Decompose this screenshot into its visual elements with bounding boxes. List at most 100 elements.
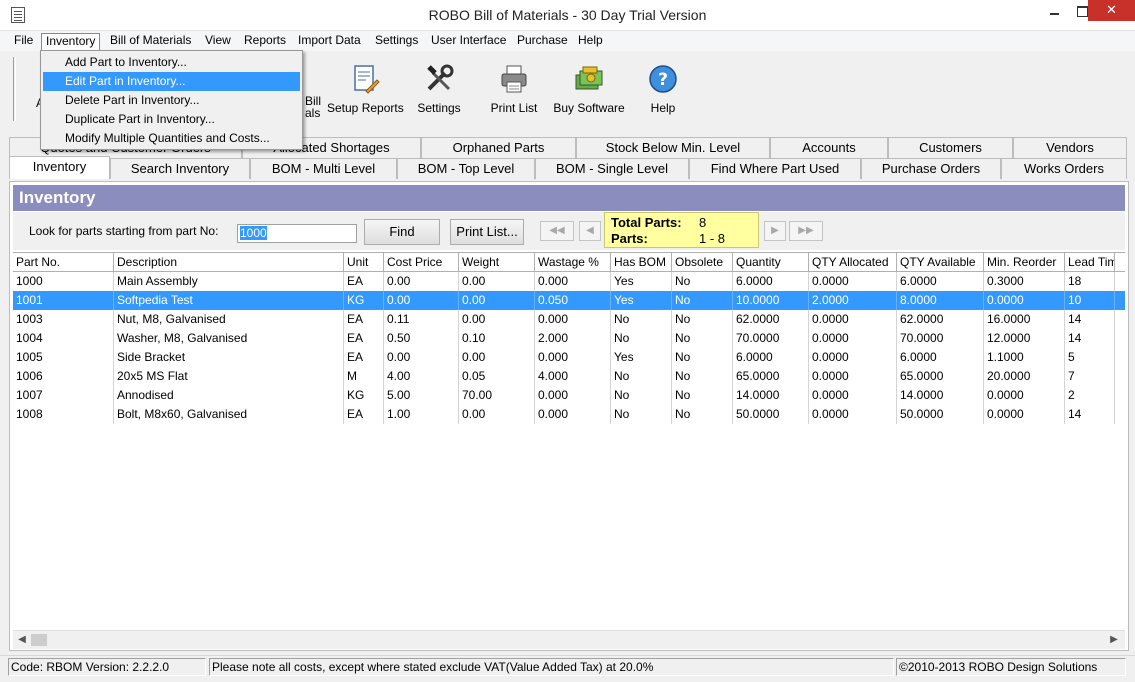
tab-bom-single-level[interactable]: BOM - Single Level bbox=[535, 158, 689, 179]
table-cell: Nut, M8, Galvanised bbox=[114, 310, 344, 329]
table-row[interactable]: 1004 Washer, M8, Galvanised EA 0.50 0.10 2.00… bbox=[13, 329, 1125, 348]
table-cell: 0.00 bbox=[459, 291, 535, 310]
print-list-panel-button[interactable]: Print List... bbox=[450, 219, 524, 245]
tab-inventory[interactable]: Inventory bbox=[9, 156, 110, 179]
menu-duplicate-part[interactable]: Duplicate Part in Inventory... bbox=[43, 110, 300, 129]
tab-find-where-part-used[interactable]: Find Where Part Used bbox=[689, 158, 861, 179]
menu-import-data[interactable]: Import Data bbox=[294, 33, 365, 50]
tab-bom-multi-level[interactable]: BOM - Multi Level bbox=[250, 158, 397, 179]
toolbar-partial-bill-label: Bill als bbox=[305, 94, 322, 120]
menu-inventory[interactable]: Inventory bbox=[41, 33, 101, 50]
tab-purchase-orders[interactable]: Purchase Orders bbox=[861, 158, 1001, 179]
table-cell: Yes bbox=[611, 291, 672, 310]
table-cell: 5 bbox=[1065, 348, 1115, 367]
close-button[interactable]: ✕ bbox=[1088, 0, 1135, 21]
tab-customers[interactable]: Customers bbox=[888, 137, 1013, 158]
table-cell: 14 bbox=[1065, 310, 1115, 329]
first-page-button[interactable]: ◀◀ bbox=[540, 221, 574, 241]
table-cell: EA bbox=[344, 310, 384, 329]
menu-settings[interactable]: Settings bbox=[371, 33, 422, 50]
column-header[interactable]: Weight bbox=[459, 253, 535, 272]
table-cell: 0.000 bbox=[535, 348, 611, 367]
table-cell: No bbox=[672, 367, 733, 386]
table-row[interactable]: 1005 Side Bracket EA 0.00 0.00 0.000 Yes No 6.00… bbox=[13, 348, 1125, 367]
status-version: Code: RBOM Version: 2.2.2.0 bbox=[8, 658, 206, 676]
tab-works-orders[interactable]: Works Orders bbox=[1001, 158, 1127, 179]
help-button[interactable]: ? Help bbox=[641, 63, 685, 115]
table-row[interactable]: 1001 Softpedia Test KG 0.00 0.00 0.050 Yes No 10… bbox=[13, 291, 1125, 310]
table-row[interactable]: 1003 Nut, M8, Galvanised EA 0.11 0.00 0.000 No… bbox=[13, 310, 1125, 329]
table-cell: M bbox=[344, 367, 384, 386]
menu-bill-of-materials[interactable]: Bill of Materials bbox=[106, 33, 195, 50]
horizontal-scrollbar[interactable]: ◀ ▶ bbox=[13, 630, 1125, 649]
print-list-button[interactable]: Print List bbox=[487, 63, 541, 115]
tab-search-inventory[interactable]: Search Inventory bbox=[110, 158, 250, 179]
tab-orphaned-parts[interactable]: Orphaned Parts bbox=[421, 137, 576, 158]
menu-purchase[interactable]: Purchase bbox=[513, 33, 572, 50]
menu-modify-multiple-quantities[interactable]: Modify Multiple Quantities and Costs... bbox=[43, 129, 300, 148]
menu-help[interactable]: Help bbox=[574, 33, 607, 50]
column-header[interactable]: Wastage % bbox=[535, 253, 611, 272]
scroll-right-arrow-icon[interactable]: ▶ bbox=[1107, 633, 1121, 647]
table-row[interactable]: 1000 Main Assembly EA 0.00 0.00 0.000 Yes No 6.0… bbox=[13, 272, 1125, 291]
table-cell: No bbox=[611, 367, 672, 386]
table-cell: 0.00 bbox=[459, 348, 535, 367]
table-row[interactable]: 1007 Annodised KG 5.00 70.00 0.000 No No 14.0000… bbox=[13, 386, 1125, 405]
table-cell: EA bbox=[344, 405, 384, 424]
table-cell: 0.0000 bbox=[984, 386, 1065, 405]
table-cell: 1.00 bbox=[384, 405, 459, 424]
menu-add-part[interactable]: Add Part to Inventory... bbox=[43, 53, 300, 72]
table-cell: No bbox=[672, 329, 733, 348]
column-header[interactable]: QTY Available bbox=[897, 253, 984, 272]
tools-icon bbox=[423, 63, 455, 95]
table-row[interactable]: 1006 20x5 MS Flat M 4.00 0.05 4.000 No No 65.000… bbox=[13, 367, 1125, 386]
menu-user-interface[interactable]: User Interface bbox=[427, 33, 510, 50]
tab-vendors[interactable]: Vendors bbox=[1013, 137, 1127, 158]
minimize-button[interactable] bbox=[1041, 0, 1068, 21]
menu-delete-part[interactable]: Delete Part in Inventory... bbox=[43, 91, 300, 110]
column-header[interactable]: Has BOM bbox=[611, 253, 672, 272]
column-header[interactable]: Cost Price bbox=[384, 253, 459, 272]
scroll-left-arrow-icon[interactable]: ◀ bbox=[15, 633, 29, 647]
menu-view[interactable]: View bbox=[201, 33, 235, 50]
column-header[interactable]: QTY Allocated bbox=[809, 253, 897, 272]
table-cell: 0.0000 bbox=[984, 405, 1065, 424]
table-cell: 0.0000 bbox=[984, 291, 1065, 310]
table-cell: No bbox=[672, 272, 733, 291]
table-row[interactable]: 1008 Bolt, M8x60, Galvanised EA 1.00 0.00 0.0… bbox=[13, 405, 1125, 424]
tab-accounts[interactable]: Accounts bbox=[770, 137, 888, 158]
menu-file[interactable]: File bbox=[10, 33, 37, 50]
column-header[interactable]: Description bbox=[114, 253, 344, 272]
next-page-button[interactable]: ▶ bbox=[764, 221, 786, 241]
table-cell: Yes bbox=[611, 272, 672, 291]
column-header[interactable]: Lead Time bbox=[1065, 253, 1115, 272]
parts-range-value: 1 - 8 bbox=[699, 231, 726, 246]
status-vat-note: Please note all costs, except where stat… bbox=[209, 658, 894, 676]
menu-edit-part[interactable]: Edit Part in Inventory... bbox=[43, 72, 300, 91]
table-cell: 12.0000 bbox=[984, 329, 1065, 348]
setup-reports-button[interactable]: Setup Reports bbox=[327, 63, 404, 115]
last-page-button[interactable]: ▶▶ bbox=[789, 221, 823, 241]
table-cell: 0.00 bbox=[384, 348, 459, 367]
table-cell: Softpedia Test bbox=[114, 291, 344, 310]
column-header[interactable]: Unit bbox=[344, 253, 384, 272]
tab-stock-below-min-level[interactable]: Stock Below Min. Level bbox=[576, 137, 770, 158]
column-header[interactable]: Part No. bbox=[13, 253, 114, 272]
part-number-search-input[interactable]: 1000 bbox=[237, 224, 357, 243]
scrollbar-thumb[interactable] bbox=[31, 634, 47, 646]
column-header[interactable]: Obsolete bbox=[672, 253, 733, 272]
inventory-grid[interactable]: Part No. Description Unit Cost Price Weight W… bbox=[13, 252, 1125, 630]
table-cell: 10 bbox=[1065, 291, 1115, 310]
table-cell: No bbox=[672, 310, 733, 329]
buy-software-button[interactable]: Buy Software bbox=[551, 63, 627, 115]
find-button[interactable]: Find bbox=[364, 219, 440, 245]
column-header[interactable]: Min. Reorder bbox=[984, 253, 1065, 272]
settings-button[interactable]: Settings bbox=[414, 63, 464, 115]
column-header[interactable]: Quantity bbox=[733, 253, 809, 272]
table-cell: 0.000 bbox=[535, 405, 611, 424]
menu-reports[interactable]: Reports bbox=[240, 33, 290, 50]
table-cell: 70.0000 bbox=[733, 329, 809, 348]
tab-bom-top-level[interactable]: BOM - Top Level bbox=[397, 158, 535, 179]
previous-page-button[interactable]: ◀ bbox=[579, 221, 601, 241]
table-cell: 0.0000 bbox=[809, 348, 897, 367]
